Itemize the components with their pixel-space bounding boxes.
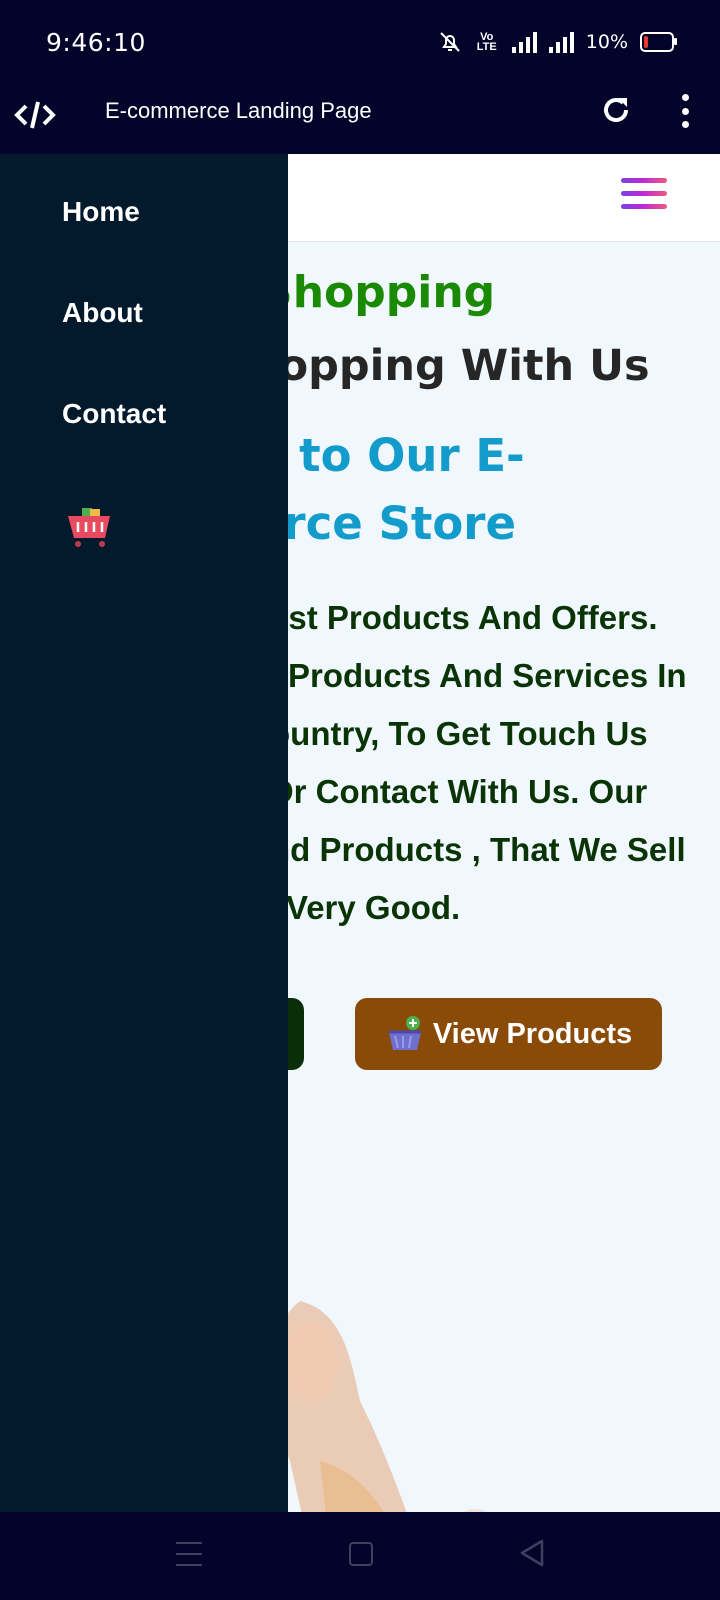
signal-icon-2 (548, 31, 574, 53)
nav-drawer: Home About Contact (0, 154, 288, 1512)
description-line: nd Products , That We Sell (270, 831, 686, 868)
status-time: 9:46:10 (46, 28, 146, 57)
code-logo-icon[interactable] (14, 94, 56, 136)
nav-link-about[interactable]: About (62, 297, 143, 329)
back-icon[interactable] (518, 1538, 546, 1568)
description-line: ountry, To Get Touch Us (270, 715, 648, 752)
description-line: Products And Services In (288, 657, 687, 694)
model-photo (272, 1301, 487, 1512)
battery-percent: 10% (585, 31, 628, 53)
battery-icon (640, 32, 677, 52)
nav-link-contact[interactable]: Contact (62, 398, 166, 430)
status-icons: Vo LTE 10% (438, 30, 677, 54)
shopping-basket-icon (388, 1016, 421, 1050)
nav-link-home[interactable]: Home (62, 196, 140, 228)
view-products-label: View Products (432, 1017, 633, 1050)
system-nav-bar (0, 1512, 720, 1600)
more-options-icon[interactable] (670, 94, 700, 128)
hamburger-menu-icon[interactable] (621, 178, 667, 218)
app-title: E-commerce Landing Page (105, 98, 372, 123)
recent-apps-icon[interactable] (176, 1542, 202, 1566)
volte-icon: Vo LTE (476, 31, 497, 53)
shopping-cart-icon[interactable] (66, 506, 112, 548)
app-bar: E-commerce Landing Page (0, 86, 720, 154)
description-line: Or Contact With Us. Our (268, 773, 648, 810)
refresh-icon[interactable] (598, 92, 634, 128)
webview: y Shopping Shopping With Us me to Our E-… (0, 154, 720, 1512)
bell-muted-icon (440, 32, 460, 52)
status-bar: 9:46:10 Vo LTE 10% (0, 0, 720, 86)
description-line: Very Good. (286, 889, 461, 926)
view-products-button[interactable]: View Products (355, 998, 662, 1070)
description-line: est Products And Offers. (270, 599, 658, 636)
signal-icon (511, 31, 537, 53)
home-icon[interactable] (349, 1542, 373, 1566)
